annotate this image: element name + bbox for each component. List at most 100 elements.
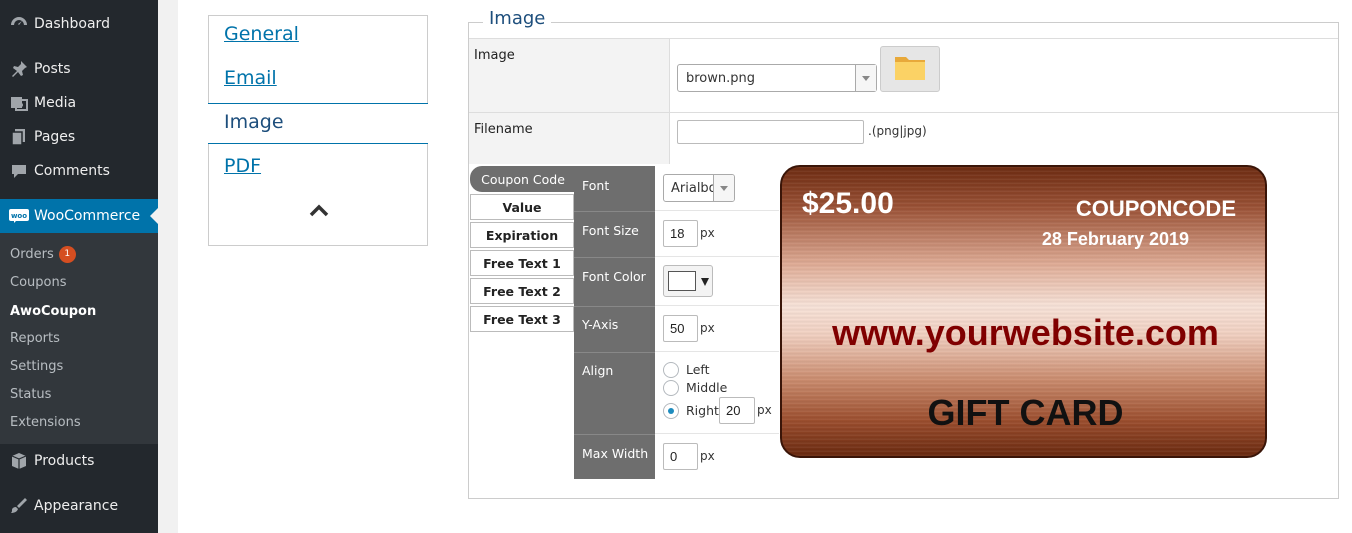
submenu-label: Extensions [10, 414, 81, 430]
browse-folder-button[interactable] [880, 46, 940, 92]
align-left-label: Left [686, 362, 710, 377]
chevron-down-icon [713, 175, 734, 201]
row-divider [655, 256, 779, 257]
align-label: Align [582, 363, 614, 378]
submenu-reports[interactable]: Reports [10, 328, 60, 348]
comment-icon [0, 161, 34, 181]
settings-tabs: General Email Image PDF [208, 15, 428, 246]
menu-pages[interactable]: Pages [0, 120, 158, 154]
submenu-settings[interactable]: Settings [10, 356, 63, 376]
card-coupon-code: COUPONCODE [1075, 196, 1236, 221]
image-select-value: brown.png [686, 70, 756, 86]
pages-icon [0, 127, 34, 147]
coupon-code-button[interactable]: Coupon Code [470, 166, 576, 192]
font-color-picker[interactable] [663, 265, 713, 297]
free-text-3-button[interactable]: Free Text 3 [470, 306, 574, 332]
menu-label: Posts [34, 61, 71, 77]
font-label: Font [582, 178, 610, 193]
menu-label: Comments [34, 163, 110, 179]
chevron-up-icon[interactable] [308, 202, 330, 221]
gift-card-preview: $25.00 COUPONCODE 28 February 2019 www.y… [780, 165, 1267, 458]
filename-input[interactable] [677, 120, 864, 144]
y-axis-unit: px [700, 321, 715, 335]
submenu-status[interactable]: Status [10, 384, 51, 404]
menu-dashboard[interactable]: Dashboard [0, 7, 158, 41]
filename-extension-hint: .(png|jpg) [868, 124, 927, 138]
menu-appearance[interactable]: Appearance [0, 489, 158, 523]
font-color-label: Font Color [582, 269, 646, 284]
woo-icon: woo [0, 207, 34, 225]
menu-woocommerce[interactable]: woo WooCommerce [0, 199, 158, 233]
row-divider [655, 351, 779, 352]
max-width-label: Max Width [582, 446, 649, 461]
row-divider [655, 210, 779, 211]
tab-pdf[interactable]: PDF [224, 155, 261, 177]
menu-label: WooCommerce [34, 208, 141, 224]
woocommerce-submenu: Orders 1 Coupons AwoCoupon Reports Setti… [0, 233, 158, 444]
align-right-radio[interactable] [663, 403, 679, 419]
card-title: GIFT CARD [927, 392, 1124, 433]
pin-icon [0, 59, 34, 79]
menu-label: Products [34, 453, 95, 469]
submenu-label: Settings [10, 358, 64, 374]
max-width-input[interactable] [663, 443, 698, 470]
font-select[interactable]: Arialbd [663, 174, 735, 202]
submenu-label: Status [10, 386, 52, 402]
tab-image-label: Image [224, 111, 284, 133]
tab-email[interactable]: Email [224, 67, 277, 89]
submenu-label: Coupons [10, 274, 67, 290]
chevron-down-icon [855, 65, 876, 91]
expiration-button[interactable]: Expiration [470, 222, 574, 248]
folder-icon [894, 53, 926, 85]
submenu-label: Orders [10, 246, 54, 262]
submenu-coupons[interactable]: Coupons [10, 272, 67, 292]
fieldset-legend: Image [483, 8, 552, 29]
media-icon [0, 93, 34, 113]
column-divider [669, 39, 670, 164]
tab-image[interactable]: Image [208, 103, 428, 144]
row-divider [655, 305, 779, 306]
align-padding-unit: px [757, 403, 772, 417]
align-middle-label: Middle [686, 380, 728, 395]
align-padding-input[interactable] [719, 397, 755, 424]
align-middle-radio[interactable] [663, 380, 679, 396]
tab-general[interactable]: General [224, 23, 299, 45]
menu-media[interactable]: Media [0, 86, 158, 120]
submenu-extensions[interactable]: Extensions [10, 412, 81, 432]
menu-label: Pages [34, 129, 76, 145]
image-select[interactable]: brown.png [677, 64, 877, 92]
align-left-radio[interactable] [663, 362, 679, 378]
menu-label: Dashboard [34, 16, 110, 32]
box-icon [0, 451, 34, 471]
orders-count-badge: 1 [58, 245, 76, 263]
menu-posts[interactable]: Posts [0, 52, 158, 86]
y-axis-label: Y-Axis [582, 317, 619, 332]
submenu-label: AwoCoupon [10, 303, 97, 319]
menu-comments[interactable]: Comments [0, 154, 158, 188]
row-divider [469, 38, 1338, 39]
menu-products[interactable]: Products [0, 444, 158, 478]
max-width-unit: px [700, 449, 715, 463]
font-size-unit: px [700, 226, 715, 240]
row-divider [655, 433, 779, 434]
y-axis-input[interactable] [663, 315, 698, 342]
color-swatch [668, 271, 696, 291]
align-right-label: Right [686, 403, 719, 418]
value-button[interactable]: Value [470, 194, 574, 220]
filename-label: Filename [474, 122, 533, 137]
submenu-awocoupon[interactable]: AwoCoupon [10, 301, 96, 321]
filename-label-cell: Filename [469, 113, 669, 164]
submenu-orders[interactable]: Orders 1 [10, 244, 76, 264]
font-size-label: Font Size [582, 223, 639, 238]
brush-icon [0, 496, 34, 516]
menu-label: Appearance [34, 498, 119, 514]
card-website: www.yourwebsite.com [832, 312, 1219, 353]
image-label-cell: Image [469, 39, 669, 112]
property-labels: Font Font Size Font Color Y-Axis Align M… [574, 166, 655, 479]
free-text-2-button[interactable]: Free Text 2 [470, 278, 574, 304]
free-text-1-button[interactable]: Free Text 1 [470, 250, 574, 276]
menu-label: Media [34, 95, 77, 111]
main-content: General Email Image PDF Image Image File… [178, 0, 1352, 533]
font-size-input[interactable] [663, 220, 698, 247]
chevron-down-icon [701, 278, 709, 286]
